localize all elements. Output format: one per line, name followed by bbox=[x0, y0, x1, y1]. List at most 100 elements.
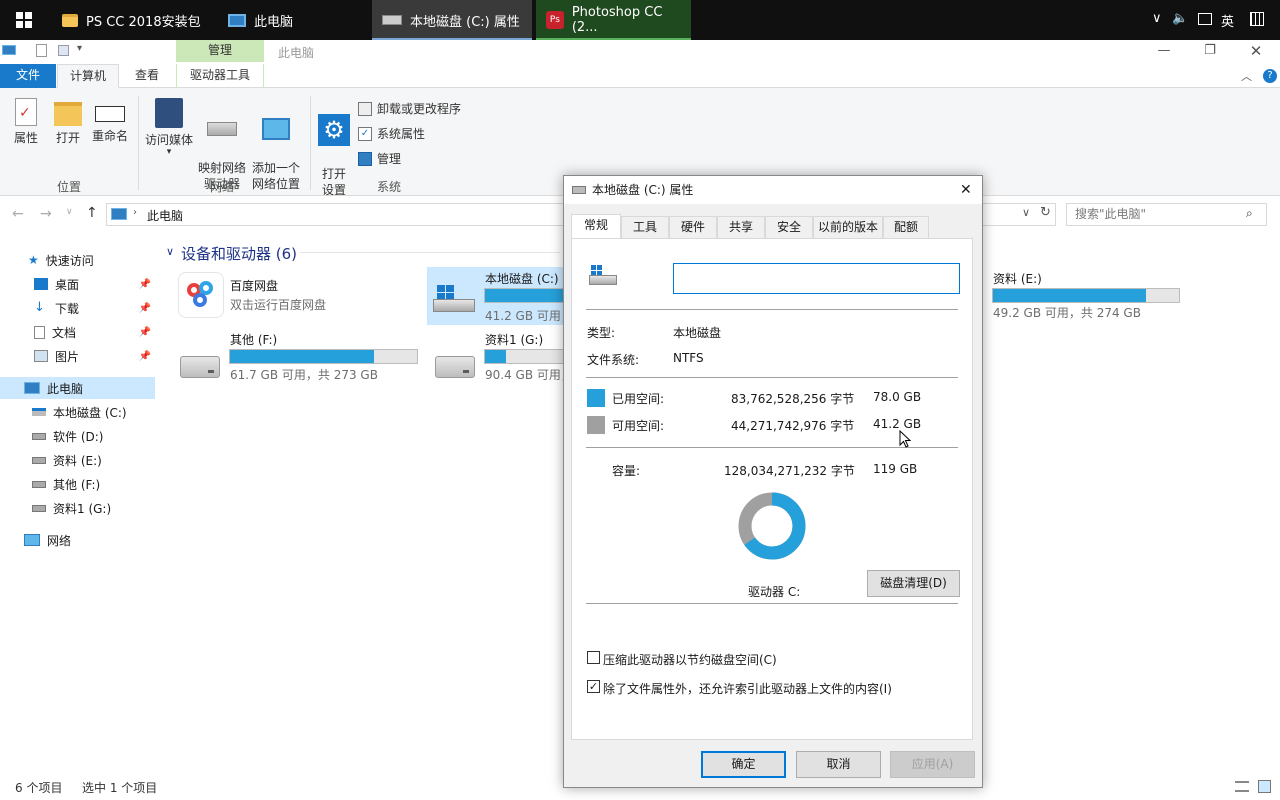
nav-drive-f[interactable]: 其他 (F:) bbox=[0, 473, 155, 495]
nav-drive-g[interactable]: 资料1 (G:) bbox=[0, 497, 155, 519]
compress-checkbox[interactable] bbox=[587, 651, 600, 664]
tab-general[interactable]: 常规 bbox=[571, 214, 621, 239]
pc-icon bbox=[111, 208, 127, 220]
ok-button[interactable]: 确定 bbox=[701, 751, 786, 778]
maximize-button[interactable]: ❐ bbox=[1187, 40, 1233, 62]
index-label[interactable]: 除了文件属性外，还允许索引此驱动器上文件的内容(I) bbox=[603, 680, 892, 697]
taskbar-item-drive-properties[interactable]: 本地磁盘 (C:) 属性 bbox=[372, 0, 532, 40]
large-icons-view-icon[interactable] bbox=[1258, 780, 1271, 793]
tab-view[interactable]: 查看 bbox=[122, 64, 172, 88]
ribbon-tabs: 文件 计算机 查看 驱动器工具 ︿ ? bbox=[0, 64, 1280, 88]
drive-icon bbox=[32, 480, 46, 488]
drive-letter-label: 驱动器 C: bbox=[748, 585, 801, 599]
disk-cleanup-button[interactable]: 磁盘清理(D) bbox=[867, 570, 960, 597]
qat-dropdown-icon[interactable]: ▾ bbox=[77, 43, 82, 54]
apply-button[interactable]: 应用(A) bbox=[890, 751, 975, 778]
nav-quick-access[interactable]: ★ 快速访问 bbox=[0, 249, 155, 271]
status-selected-count: 选中 1 个项目 bbox=[82, 781, 158, 795]
nav-this-pc[interactable]: 此电脑 bbox=[0, 377, 155, 399]
refresh-icon[interactable]: ↻ bbox=[1040, 205, 1051, 220]
document-icon bbox=[34, 325, 45, 339]
details-view-icon[interactable] bbox=[1235, 781, 1249, 792]
recent-dropdown-icon[interactable]: ∨ bbox=[66, 207, 73, 217]
index-checkbox[interactable]: ✓ bbox=[587, 680, 600, 693]
drive-icon bbox=[32, 456, 46, 464]
nav-drive-e[interactable]: 资料 (E:) bbox=[0, 449, 155, 471]
nav-item-downloads[interactable]: ↓ 下载 📌 bbox=[0, 297, 155, 319]
tab-sharing[interactable]: 共享 bbox=[717, 216, 765, 238]
drive-e-item[interactable]: 资料 (E:) 49.2 GB 可用，共 274 GB bbox=[984, 267, 1184, 325]
volume-icon[interactable]: 🔈 bbox=[1172, 11, 1188, 26]
drive-subtitle: 双击运行百度网盘 bbox=[230, 298, 327, 312]
drive-icon bbox=[180, 356, 220, 378]
pin-icon[interactable]: 📌 bbox=[139, 327, 151, 338]
properties-button[interactable]: ✓ 属性 bbox=[8, 98, 44, 146]
windows-drive-icon bbox=[589, 265, 619, 287]
collapse-ribbon-icon[interactable]: ︿ bbox=[1241, 68, 1252, 84]
taskbar-item-this-pc[interactable]: 此电脑 bbox=[218, 0, 368, 40]
up-arrow-icon[interactable]: ↑ bbox=[86, 205, 98, 221]
nav-drive-c[interactable]: 本地磁盘 (C:) bbox=[0, 401, 155, 423]
baidu-netdisk-item[interactable]: 百度网盘 双击运行百度网盘 bbox=[172, 268, 422, 326]
uninstall-programs-button[interactable]: 卸载或更改程序 bbox=[358, 100, 461, 117]
taskbar-item-photoshop[interactable]: Ps Photoshop CC (2... bbox=[536, 0, 691, 40]
tab-drive-tools[interactable]: 驱动器工具 bbox=[176, 64, 264, 88]
nav-item-desktop[interactable]: 桌面 📌 bbox=[0, 273, 155, 295]
nav-item-documents[interactable]: 文档 📌 bbox=[0, 321, 155, 343]
compress-label[interactable]: 压缩此驱动器以节约磁盘空间(C) bbox=[603, 651, 777, 668]
ime-mode-icon[interactable] bbox=[1250, 12, 1264, 26]
new-folder-quick-icon[interactable] bbox=[58, 45, 69, 56]
tab-previous-versions[interactable]: 以前的版本 bbox=[813, 216, 883, 238]
pin-icon[interactable]: 📌 bbox=[139, 351, 151, 362]
filesystem-label: 文件系统: bbox=[587, 353, 640, 367]
tab-file[interactable]: 文件 bbox=[0, 64, 56, 88]
network-drive-icon bbox=[207, 122, 237, 136]
forward-arrow-icon[interactable]: → bbox=[40, 206, 52, 222]
help-icon[interactable]: ? bbox=[1263, 69, 1277, 83]
nav-network[interactable]: 网络 bbox=[0, 529, 155, 551]
dialog-close-icon[interactable]: ✕ bbox=[960, 176, 972, 204]
access-media-button[interactable]: 访问媒体 ▾ bbox=[144, 98, 194, 157]
network-tray-icon[interactable] bbox=[1198, 13, 1212, 25]
rename-button[interactable]: 重命名 bbox=[90, 98, 130, 144]
properties-quick-icon[interactable] bbox=[36, 44, 47, 57]
start-icon[interactable] bbox=[16, 12, 32, 28]
manage-icon bbox=[358, 151, 372, 166]
ime-language[interactable]: 英 bbox=[1221, 11, 1234, 30]
drive-c-item[interactable]: 本地磁盘 (C:) 41.2 GB 可用，共 119 GB bbox=[427, 267, 565, 325]
minimize-button[interactable]: — bbox=[1141, 40, 1187, 62]
back-arrow-icon[interactable]: ← bbox=[12, 206, 24, 222]
devices-group-title[interactable]: 设备和驱动器 (6) bbox=[181, 243, 297, 264]
nav-item-pictures[interactable]: 图片 📌 bbox=[0, 345, 155, 367]
search-input[interactable]: 搜索"此电脑" bbox=[1066, 203, 1267, 226]
search-icon[interactable]: ⌕ bbox=[1246, 206, 1253, 221]
cancel-button[interactable]: 取消 bbox=[796, 751, 881, 778]
separator bbox=[586, 309, 958, 310]
tab-hardware[interactable]: 硬件 bbox=[669, 216, 717, 238]
system-properties-button[interactable]: ✓ 系统属性 bbox=[358, 125, 425, 142]
drive-label-input[interactable] bbox=[673, 263, 960, 294]
open-settings-button[interactable]: ⚙ 打开 设置 bbox=[316, 98, 352, 198]
drive-subtitle: 41.2 GB 可用，共 119 GB bbox=[485, 309, 565, 323]
open-button[interactable]: 打开 bbox=[50, 98, 86, 146]
tray-chevron-icon[interactable]: ∨ bbox=[1152, 11, 1162, 26]
tab-security[interactable]: 安全 bbox=[765, 216, 813, 238]
pin-icon[interactable]: 📌 bbox=[139, 303, 151, 314]
folder-icon bbox=[62, 13, 78, 27]
nav-drive-d[interactable]: 软件 (D:) bbox=[0, 425, 155, 447]
manage-button[interactable]: 管理 bbox=[358, 150, 401, 167]
close-button[interactable]: ✕ bbox=[1233, 40, 1279, 62]
address-dropdown-icon[interactable]: ∨ bbox=[1022, 206, 1030, 219]
pin-icon[interactable]: 📌 bbox=[139, 279, 151, 290]
breadcrumb-this-pc[interactable]: 此电脑 bbox=[147, 207, 183, 224]
open-folder-icon bbox=[54, 102, 82, 126]
add-network-location-button[interactable]: 添加一个 网络位置 bbox=[249, 98, 303, 192]
group-collapse-chevron-icon[interactable]: ∨ bbox=[166, 245, 174, 258]
breadcrumb-chevron-icon[interactable]: › bbox=[133, 207, 137, 218]
drive-f-item[interactable]: 其他 (F:) 61.7 GB 可用，共 273 GB bbox=[172, 328, 424, 386]
taskbar-item-ps-folder[interactable]: PS CC 2018安装包 bbox=[52, 0, 212, 40]
drive-g-item[interactable]: 资料1 (G:) 90.4 GB 可用，共 273 GB bbox=[427, 328, 565, 386]
tab-quota[interactable]: 配额 bbox=[883, 216, 929, 238]
tab-computer[interactable]: 计算机 bbox=[57, 64, 119, 88]
tab-tools[interactable]: 工具 bbox=[621, 216, 669, 238]
